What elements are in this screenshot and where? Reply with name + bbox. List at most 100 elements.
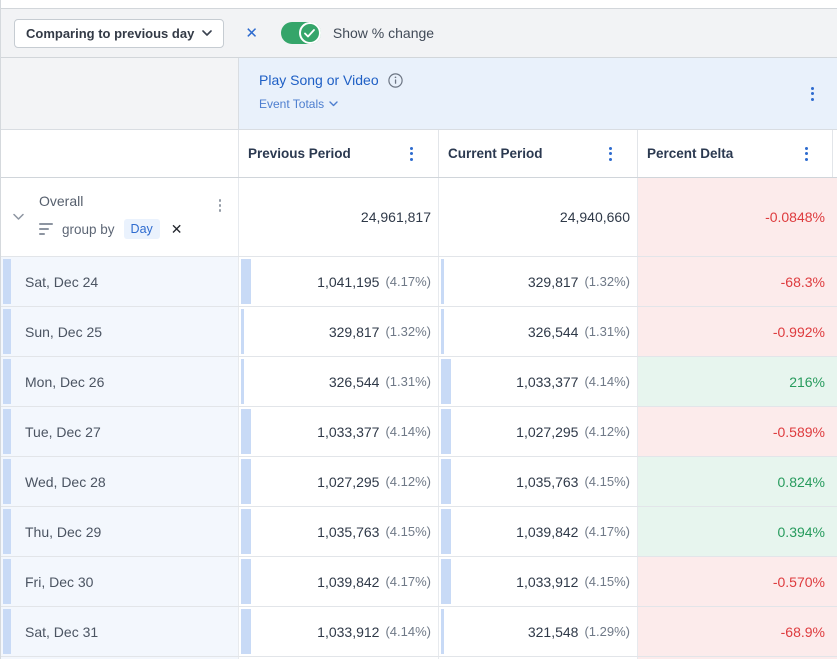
current-percent: (4.15%) bbox=[584, 574, 630, 589]
delta-value: -68.9% bbox=[781, 624, 825, 640]
value-bar bbox=[241, 409, 251, 454]
compare-dropdown[interactable]: Comparing to previous day bbox=[14, 19, 224, 48]
row-date-label: Fri, Dec 30 bbox=[25, 574, 93, 590]
value-bar bbox=[241, 559, 251, 604]
row-color-bar bbox=[3, 459, 11, 504]
row-date-label: Mon, Dec 26 bbox=[25, 374, 104, 390]
event-band-left-spacer bbox=[1, 58, 239, 129]
value-bar bbox=[241, 309, 244, 354]
column-menu-icon[interactable] bbox=[606, 144, 615, 164]
table-row: Mon, Dec 26 326,544 (1.31%) 1,033,377 (4… bbox=[1, 357, 837, 407]
column-menu-icon[interactable] bbox=[802, 144, 811, 164]
current-percent: (4.17%) bbox=[584, 524, 630, 539]
value-bar bbox=[441, 409, 451, 454]
previous-value: 1,033,377 bbox=[317, 424, 379, 440]
current-period-cell: 1,039,842 (4.17%) bbox=[439, 507, 638, 556]
previous-percent: (4.12%) bbox=[385, 474, 431, 489]
current-value: 329,817 bbox=[528, 274, 579, 290]
row-label-cell: Sat, Dec 31 bbox=[1, 607, 239, 656]
current-period-cell: 321,548 (1.29%) bbox=[439, 607, 638, 656]
metric-dropdown[interactable]: Event Totals bbox=[259, 97, 837, 111]
event-title[interactable]: Play Song or Video bbox=[259, 72, 379, 88]
percent-delta-cell: 216% bbox=[638, 357, 837, 406]
previous-value: 329,817 bbox=[329, 324, 380, 340]
percent-delta-cell: -0.992% bbox=[638, 307, 837, 356]
row-date-label: Sat, Dec 31 bbox=[25, 624, 98, 640]
percent-delta-header: Percent Delta bbox=[638, 130, 837, 177]
previous-period-cell: 1,041,195 (4.17%) bbox=[239, 257, 439, 306]
previous-period-cell: 1,033,912 (4.14%) bbox=[239, 607, 439, 656]
percent-delta-cell: -68.3% bbox=[638, 257, 837, 306]
group-by-icon bbox=[39, 223, 53, 236]
value-bar bbox=[441, 609, 444, 654]
group-by-day-chip[interactable]: Day bbox=[124, 219, 160, 239]
current-period-cell: 1,033,912 (4.15%) bbox=[439, 557, 638, 606]
percent-delta-header-label: Percent Delta bbox=[647, 146, 733, 161]
value-bar bbox=[441, 559, 451, 604]
overall-row: Overall group by Day ✕ 24,961,817 24,940… bbox=[1, 178, 837, 257]
current-value: 326,544 bbox=[528, 324, 579, 340]
current-period-cell: 1,027,295 (4.12%) bbox=[439, 407, 638, 456]
row-label-cell: Thu, Dec 29 bbox=[1, 507, 239, 556]
overall-menu-icon[interactable] bbox=[216, 196, 225, 215]
row-color-bar bbox=[3, 509, 11, 554]
info-icon[interactable] bbox=[388, 73, 403, 88]
previous-percent: (4.17%) bbox=[385, 574, 431, 589]
overall-previous-cell: 24,961,817 bbox=[239, 178, 439, 256]
row-date-label: Thu, Dec 29 bbox=[25, 524, 101, 540]
overall-delta-value: -0.0848% bbox=[765, 209, 825, 225]
current-period-cell: 329,817 (1.32%) bbox=[439, 257, 638, 306]
group-by-label: group by bbox=[62, 222, 115, 237]
value-bar bbox=[241, 509, 251, 554]
value-bar bbox=[441, 259, 444, 304]
previous-value: 326,544 bbox=[329, 374, 380, 390]
column-header-row: Previous Period Current Period Percent D… bbox=[1, 130, 837, 178]
value-bar bbox=[441, 509, 451, 554]
event-menu-icon[interactable] bbox=[808, 84, 817, 104]
previous-percent: (4.17%) bbox=[385, 274, 431, 289]
delta-value: -0.570% bbox=[773, 574, 825, 590]
current-percent: (4.14%) bbox=[584, 374, 630, 389]
table-row: Sat, Dec 24 1,041,195 (4.17%) 329,817 (1… bbox=[1, 257, 837, 307]
previous-period-header: Previous Period bbox=[239, 130, 439, 177]
value-bar bbox=[441, 459, 451, 504]
value-bar bbox=[241, 259, 251, 304]
table-row: Sun, Dec 25 329,817 (1.32%) 326,544 (1.3… bbox=[1, 307, 837, 357]
table-row: Tue, Dec 27 1,033,377 (4.14%) 1,027,295 … bbox=[1, 407, 837, 457]
show-percent-change-toggle[interactable] bbox=[281, 22, 321, 44]
table-row: Wed, Dec 28 1,027,295 (4.12%) 1,035,763 … bbox=[1, 457, 837, 507]
chevron-down-icon bbox=[202, 30, 212, 36]
percent-delta-cell: -0.570% bbox=[638, 557, 837, 606]
row-color-bar bbox=[3, 559, 11, 604]
row-label-cell: Fri, Dec 30 bbox=[1, 557, 239, 606]
row-color-bar bbox=[3, 259, 11, 304]
overall-current-value: 24,940,660 bbox=[560, 209, 630, 225]
current-value: 1,039,842 bbox=[516, 524, 578, 540]
previous-value: 1,027,295 bbox=[317, 474, 379, 490]
previous-period-cell: 329,817 (1.32%) bbox=[239, 307, 439, 356]
row-date-label: Sun, Dec 25 bbox=[25, 324, 102, 340]
current-value: 1,027,295 bbox=[516, 424, 578, 440]
show-percent-change-label: Show % change bbox=[333, 25, 434, 41]
overall-delta-cell: -0.0848% bbox=[638, 178, 837, 256]
current-percent: (1.31%) bbox=[584, 324, 630, 339]
percent-delta-cell: -68.9% bbox=[638, 607, 837, 656]
remove-comparison-icon[interactable]: ✕ bbox=[245, 24, 258, 42]
current-value: 1,035,763 bbox=[516, 474, 578, 490]
row-color-bar bbox=[3, 609, 11, 654]
metric-dropdown-label: Event Totals bbox=[259, 97, 324, 111]
current-period-header: Current Period bbox=[439, 130, 638, 177]
remove-group-by-icon[interactable]: ✕ bbox=[171, 221, 183, 238]
percent-delta-cell: 0.394% bbox=[638, 507, 837, 556]
value-bar bbox=[241, 459, 251, 504]
column-menu-icon[interactable] bbox=[407, 144, 416, 164]
current-percent: (1.29%) bbox=[584, 624, 630, 639]
value-bar bbox=[241, 609, 251, 654]
collapse-chevron-icon[interactable] bbox=[13, 214, 24, 221]
delta-value: 0.394% bbox=[778, 524, 825, 540]
value-bar bbox=[441, 309, 444, 354]
current-value: 1,033,377 bbox=[516, 374, 578, 390]
row-label-cell: Mon, Dec 26 bbox=[1, 357, 239, 406]
toggle-check-icon bbox=[299, 22, 321, 44]
row-label-cell: Sat, Dec 24 bbox=[1, 257, 239, 306]
